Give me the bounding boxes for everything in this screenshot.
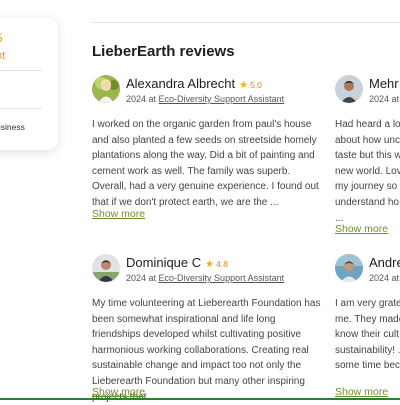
review-card: Andre 2024 at I am very grate me. They m…	[335, 254, 400, 400]
star-icon: ★	[239, 80, 249, 91]
review-year: 2024 at	[126, 273, 157, 283]
summary-rating-fragment: 5	[0, 32, 3, 44]
show-more-link[interactable]: Show more	[335, 386, 388, 398]
review-text-line: Had heard a lo	[335, 119, 400, 130]
summary-rating-sub-fragment: nt	[0, 50, 6, 62]
star-icon: ★	[205, 259, 215, 270]
show-more-link[interactable]: Show more	[92, 386, 145, 398]
reviewer-name-row: Alexandra Albrecht ★ 5.0	[126, 76, 262, 91]
review-year: 2024 at	[369, 94, 400, 104]
review-text-line: sustainability! .	[335, 344, 400, 356]
review-text: I worked on the organic garden from paul…	[92, 119, 319, 208]
role-link[interactable]: Eco-Diversity Support Assistant	[159, 273, 285, 283]
review-meta: 2024 at Eco-Diversity Support Assistant	[126, 273, 284, 283]
reviewer-name: Mehr I	[369, 76, 400, 91]
review-text-line: taste but this w	[335, 150, 400, 162]
reviewer-name: Andre	[369, 255, 400, 270]
review-text-line: I am very grate	[335, 298, 400, 309]
reviewer-name: Alexandra Albrecht	[126, 76, 236, 91]
reviewer-name: Dominique C	[126, 255, 202, 270]
avatar	[335, 75, 363, 103]
divider	[0, 70, 42, 71]
summary-card: 5 nt usiness	[0, 18, 58, 150]
review-text-line: me. They made	[335, 313, 400, 325]
rating-value: 5.0	[250, 80, 262, 90]
role-link[interactable]: Eco-Diversity Support Assistant	[159, 94, 285, 104]
review-year: 2024 at	[126, 94, 157, 104]
review-text: Had heard a lo about how unc taste but t…	[335, 117, 400, 226]
review-meta: 2024 at Eco-Diversity Support Assistant	[126, 94, 284, 104]
show-more-link[interactable]: Show more	[335, 223, 388, 235]
avatar	[92, 254, 120, 282]
review-text-line: some time bec	[335, 360, 400, 372]
avatar	[335, 254, 363, 282]
review-text-line: understand ho	[335, 196, 399, 208]
reviewer-name-row: Dominique C ★ 4.8	[126, 255, 228, 270]
review-text-line: about how unc	[335, 134, 400, 146]
review-text-line: my journey so	[335, 181, 398, 193]
rating-value: 4.8	[216, 259, 228, 269]
divider	[0, 108, 42, 109]
summary-category-fragment: usiness	[0, 122, 25, 132]
divider	[92, 22, 400, 23]
show-more-link[interactable]: Show more	[92, 208, 145, 220]
review-year: 2024 at	[369, 273, 400, 283]
avatar	[92, 75, 120, 103]
section-title: LieberEarth reviews	[92, 43, 235, 60]
review-text-line: know their cult	[335, 329, 399, 341]
review-card: Mehr I 2024 at Had heard a lo about how …	[335, 75, 400, 235]
review-text: I am very grate me. They made know their…	[335, 296, 400, 374]
review-text-line: new world. Lov	[335, 165, 400, 177]
